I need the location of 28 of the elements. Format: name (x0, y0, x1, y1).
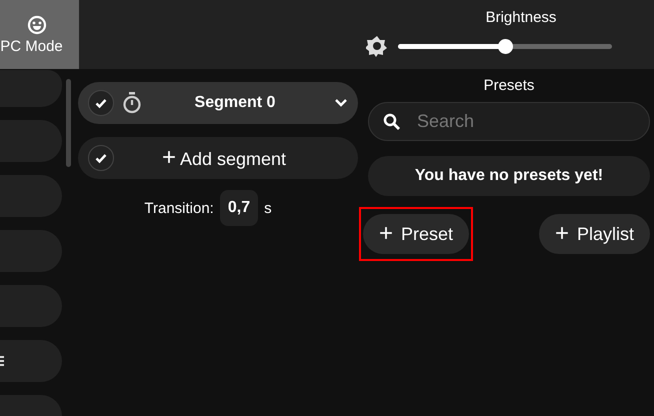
scrollbar[interactable] (66, 79, 71, 167)
add-segment-checkbox[interactable] (88, 145, 114, 171)
list-icon (0, 356, 4, 366)
search-field[interactable]: Search (368, 102, 650, 141)
brightness-label: Brightness (486, 9, 556, 26)
transition-unit: s (264, 200, 272, 216)
list-item[interactable] (0, 70, 62, 107)
transition-field[interactable]: 0,7 (220, 190, 258, 226)
smiley-icon (26, 14, 46, 34)
timer-icon (122, 92, 142, 114)
search-icon (383, 112, 401, 130)
search-input[interactable]: Search (415, 110, 619, 133)
list-item[interactable] (0, 340, 62, 382)
add-segment-label[interactable]: + Add segment (114, 144, 334, 172)
add-segment-row[interactable]: + Add segment (78, 137, 358, 179)
segment-checkbox[interactable] (88, 90, 114, 116)
segment-name: Segment 0 (194, 94, 276, 112)
brightness-slider[interactable] (398, 38, 612, 54)
sun-icon (366, 35, 388, 57)
chevron-icon[interactable] (334, 98, 348, 108)
segment-row[interactable]: Segment 0 (78, 82, 358, 124)
pc-mode-button[interactable]: PC Mode (0, 0, 79, 69)
slider-thumb[interactable] (498, 38, 513, 54)
presets-title: Presets (484, 77, 534, 94)
add-button[interactable]: + Playlist (538, 214, 650, 254)
add-button[interactable]: + Preset (363, 214, 470, 254)
empty-message: You have no presets yet! (368, 156, 650, 196)
transition-label: Transition: (144, 200, 214, 216)
